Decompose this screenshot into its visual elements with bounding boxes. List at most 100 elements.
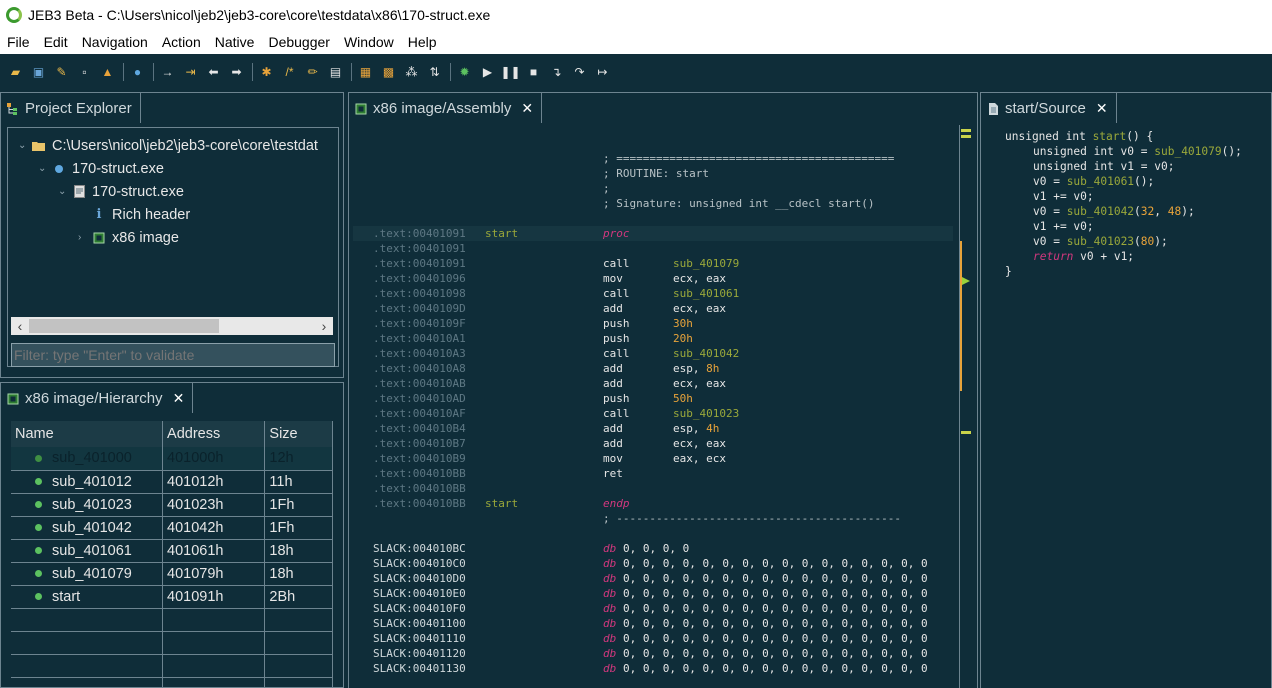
scroll-left-icon[interactable]: ‹ <box>11 317 29 335</box>
table-row[interactable]: sub_401000 401000h 12h <box>11 447 333 471</box>
stop-icon[interactable]: ■ <box>526 65 541 80</box>
menu-debugger[interactable]: Debugger <box>261 34 337 50</box>
tree-item[interactable]: ⌄ 170-struct.exe <box>58 180 184 203</box>
column-header-address[interactable]: Address <box>162 421 266 447</box>
chip-icon <box>7 392 19 405</box>
collapse-chevron-icon[interactable]: › <box>78 232 92 243</box>
tab-assembly[interactable]: x86 image/Assembly ✕ <box>349 93 543 123</box>
horizontal-scrollbar[interactable]: ‹ › <box>11 317 333 335</box>
menu-window[interactable]: Window <box>337 34 401 50</box>
slack-line: SLACK:00401130 db 0, 0, 0, 0, 0, 0, 0, 0, … <box>353 661 953 676</box>
table-row[interactable]: sub_401023 401023h 1Fh <box>11 493 333 517</box>
notification-icon[interactable]: ▲ <box>100 65 115 80</box>
tree-item[interactable]: ⌄ C:\Users\nicol\jeb2\jeb3-core\core\test… <box>18 134 318 157</box>
open-folder-icon[interactable]: ▰ <box>8 65 23 80</box>
save-icon[interactable]: ▣ <box>31 65 46 80</box>
code-text: () { <box>1126 130 1154 143</box>
close-icon[interactable]: ✕ <box>1096 100 1108 117</box>
rename-icon[interactable]: ✏ <box>305 65 320 80</box>
expand-chevron-icon[interactable]: ⌄ <box>38 163 52 174</box>
asm-line: .text:004010BB <box>353 481 953 496</box>
table-header-row: Name Address Size <box>11 421 333 447</box>
code-text: v0 = <box>1033 235 1067 248</box>
decompile-icon[interactable]: ▦ <box>358 65 373 80</box>
menu-native[interactable]: Native <box>208 34 262 50</box>
menu-navigation[interactable]: Navigation <box>75 34 155 50</box>
scroll-right-icon[interactable]: › <box>315 317 333 335</box>
close-icon[interactable]: ✕ <box>521 100 533 117</box>
wrench-icon[interactable]: ✎ <box>54 65 69 80</box>
function-reference[interactable]: start <box>1093 130 1127 143</box>
cell-size: 1Fh <box>264 516 333 540</box>
pause-icon[interactable]: ❚❚ <box>500 65 520 80</box>
asm-operands: eax, ecx <box>673 451 726 466</box>
comment-icon[interactable]: /* <box>282 65 297 80</box>
cross-ref-icon[interactable]: ⇅ <box>427 65 442 80</box>
table-row[interactable]: sub_401061 401061h 18h <box>11 539 333 563</box>
table-row[interactable]: start 401091h 2Bh <box>11 585 333 609</box>
expand-chevron-icon[interactable]: ⌄ <box>18 140 32 151</box>
table-row[interactable]: sub_401042 401042h 1Fh <box>11 516 333 540</box>
asm-address: .text:004010BB <box>373 467 466 480</box>
source-line: unsigned int v0 = sub_401079(); <box>1033 144 1242 159</box>
tab-source[interactable]: start/Source ✕ <box>981 93 1117 123</box>
references-icon[interactable]: ⁂ <box>404 65 419 80</box>
asm-reference[interactable]: sub_401023 <box>673 407 739 420</box>
menu-edit[interactable]: Edit <box>37 34 75 50</box>
filter-input[interactable] <box>11 343 335 367</box>
go-to-address-icon[interactable]: ⇥ <box>183 65 198 80</box>
menu-action[interactable]: Action <box>155 34 208 50</box>
db-directive: db <box>603 617 617 630</box>
asm-reference[interactable]: sub_401042 <box>673 347 739 360</box>
column-header-name[interactable]: Name <box>11 421 164 447</box>
table-row[interactable]: sub_401079 401079h 18h <box>11 562 333 586</box>
assembly-view[interactable]: ; ======================================… <box>353 125 973 688</box>
asm-address: .text:004010A3 <box>373 347 466 360</box>
menu-help[interactable]: Help <box>401 34 444 50</box>
function-reference[interactable]: sub_401042 <box>1067 205 1134 218</box>
slack-address: SLACK:004010BC <box>373 542 466 555</box>
asm-reference[interactable]: sub_401061 <box>673 287 739 300</box>
tree-item[interactable]: i Rich header <box>78 203 191 226</box>
function-reference[interactable]: sub_401079 <box>1154 145 1221 158</box>
source-view[interactable]: unsigned int start() {unsigned int v0 = … <box>985 125 1271 688</box>
jump-to-icon[interactable]: → <box>160 65 175 80</box>
asm-reference[interactable]: sub_401079 <box>673 257 739 270</box>
tree-item[interactable]: › x86 image <box>78 226 179 249</box>
parse-icon[interactable]: ✱ <box>259 65 274 80</box>
globe-icon[interactable]: ● <box>130 65 145 80</box>
number-literal: 48 <box>1167 205 1182 218</box>
asm-line: .text:004010A1 push 20h <box>353 331 953 346</box>
asm-address: .text:00401091 <box>373 227 466 240</box>
close-icon[interactable]: ✕ <box>173 390 185 407</box>
close-project-icon[interactable]: ▫ <box>77 65 92 80</box>
empty-table-row <box>11 608 333 632</box>
step-over-icon[interactable]: ↷ <box>572 65 587 80</box>
asm-address: .text:004010AF <box>373 407 466 420</box>
step-into-icon[interactable]: ↴ <box>549 65 564 80</box>
run-icon[interactable]: ▶ <box>480 65 495 80</box>
menu-file[interactable]: File <box>0 34 37 50</box>
function-reference[interactable]: sub_401023 <box>1067 235 1134 248</box>
tab-hierarchy[interactable]: x86 image/Hierarchy ✕ <box>1 383 194 413</box>
cell-name: sub_401061 <box>11 539 164 563</box>
back-arrow-icon[interactable]: ⬅ <box>206 65 221 80</box>
asm-address: .text:004010BB <box>373 497 466 510</box>
hierarchy-table: Name Address Size sub_401000 401000h 12h su… <box>11 421 333 688</box>
forward-arrow-icon[interactable]: ➡ <box>229 65 244 80</box>
asm-operands: ecx, eax <box>673 301 726 316</box>
tree-item[interactable]: ⌄ 170-struct.exe <box>38 157 164 180</box>
graph-icon[interactable]: ▩ <box>381 65 396 80</box>
scroll-thumb[interactable] <box>29 319 219 333</box>
overview-ruler[interactable] <box>959 125 971 688</box>
step-out-icon[interactable]: ↦ <box>595 65 610 80</box>
table-row[interactable]: sub_401012 401012h 11h <box>11 470 333 494</box>
cell-name: sub_401079 <box>11 562 164 586</box>
asm-label: start <box>485 497 519 510</box>
expand-chevron-icon[interactable]: ⌄ <box>58 186 72 197</box>
attach-debugger-icon[interactable]: ✹ <box>457 65 472 80</box>
function-reference[interactable]: sub_401061 <box>1067 175 1134 188</box>
tab-project-explorer[interactable]: Project Explorer <box>1 93 141 123</box>
export-icon[interactable]: ▤ <box>328 65 343 80</box>
column-header-size[interactable]: Size <box>264 421 333 447</box>
